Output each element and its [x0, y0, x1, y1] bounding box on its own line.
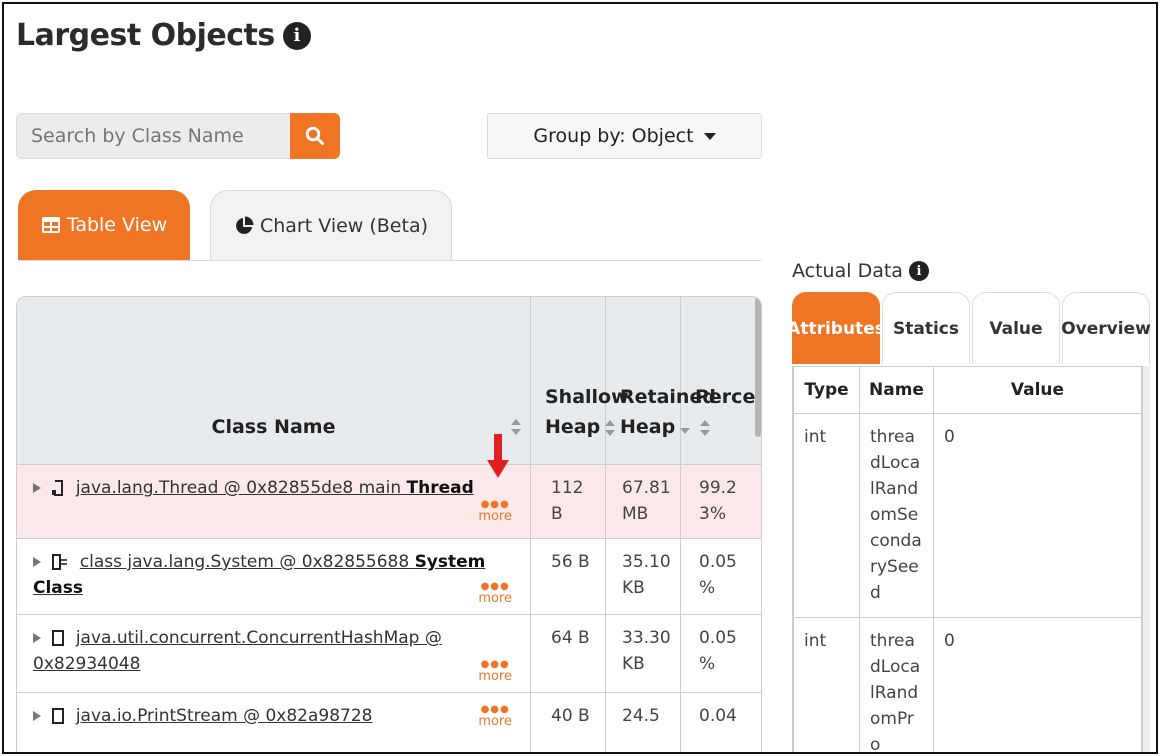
pie-chart-icon: [236, 216, 254, 234]
chevron-down-icon: [703, 132, 716, 140]
attribute-row[interactable]: int threadLocalRandomPro 0: [794, 618, 1150, 752]
tab-attributes[interactable]: Attributes: [787, 292, 885, 364]
tab-chart-view-label: Chart View (Beta): [259, 214, 429, 237]
column-header-value[interactable]: Value: [934, 367, 1142, 413]
expand-icon[interactable]: [33, 711, 41, 721]
shallow-heap-cell: 64 B: [531, 615, 606, 692]
table-row[interactable]: java.io.PrintStream @ 0x82a98728 ●●● more…: [17, 693, 761, 752]
page-title-text: Largest Objects: [16, 18, 275, 53]
class-icon: [52, 554, 68, 570]
search-input[interactable]: [16, 113, 290, 159]
more-label: more: [478, 714, 512, 729]
column-header-percent[interactable]: Percent: [681, 297, 761, 464]
more-button[interactable]: ●●● more: [478, 582, 512, 606]
attribute-name: threadLocalRandomPro: [860, 618, 934, 752]
shallow-heap-cell: 56 B: [531, 539, 606, 614]
class-name-cell: java.util.concurrent.ConcurrentHashMap @…: [17, 615, 531, 692]
retained-heap-cell: 67.81 MB: [606, 465, 681, 538]
attribute-type: int: [794, 414, 860, 617]
thread-icon: [52, 480, 64, 496]
tab-statics[interactable]: Statics: [882, 292, 970, 364]
column-header-retained-heap[interactable]: Retained Heap: [606, 297, 716, 464]
expand-icon[interactable]: [33, 557, 41, 567]
view-tabs: Table View Chart View (Beta): [18, 190, 452, 260]
info-icon[interactable]: i: [282, 21, 311, 50]
retained-heap-cell: 24.5: [606, 693, 681, 752]
table-row[interactable]: class java.lang.System @ 0x82855688 Syst…: [17, 539, 761, 615]
more-button[interactable]: ●●● more: [478, 660, 512, 684]
more-button[interactable]: ●●● more: [478, 705, 512, 729]
shallow-heap-cell: 112 B: [531, 465, 606, 538]
class-name-header-label: Class Name: [211, 416, 336, 438]
percent-cell: 99.23%: [699, 478, 737, 524]
tab-value[interactable]: Value: [972, 292, 1060, 364]
page-title: Largest Objects i: [16, 18, 311, 53]
object-icon: [52, 708, 65, 724]
expand-icon[interactable]: [33, 483, 41, 493]
table-header: Class Name Shallow Heap Retained Heap Pe…: [17, 297, 761, 465]
search-bar: [16, 113, 340, 159]
column-header-shallow-heap[interactable]: Shallow Heap: [531, 297, 629, 464]
class-name-cell: java.io.PrintStream @ 0x82a98728 ●●● more: [17, 693, 531, 752]
class-name-cell: class java.lang.System @ 0x82855688 Syst…: [17, 539, 531, 614]
table-row[interactable]: java.lang.Thread @ 0x82855de8 main Threa…: [17, 465, 761, 539]
sort-icon[interactable]: [510, 418, 522, 436]
percent-header-text: Percent: [695, 386, 761, 408]
group-by-dropdown[interactable]: Group by: Object: [487, 113, 762, 159]
tab-chart-view[interactable]: Chart View (Beta): [210, 190, 452, 260]
tabs-divider: [18, 260, 762, 261]
more-label: more: [478, 669, 512, 684]
object-link[interactable]: java.lang.Thread @ 0x82855de8 main Threa…: [76, 478, 474, 498]
class-name-cell: java.lang.Thread @ 0x82855de8 main Threa…: [17, 465, 531, 538]
attribute-name: threadLocalRandomSecondarySeed: [860, 414, 934, 617]
object-link-text: java.lang.Thread @ 0x82855de8 main: [75, 478, 407, 498]
more-label: more: [478, 591, 512, 606]
object-link-text: java.util.concurrent.ConcurrentHashMap @…: [33, 628, 442, 674]
table-icon: [41, 217, 60, 233]
object-link[interactable]: java.util.concurrent.ConcurrentHashMap @…: [33, 628, 442, 674]
percent-cell: 0.05 %: [699, 628, 737, 674]
object-icon: [52, 630, 65, 646]
attributes-table: Type Name Value int threadLocalRandomSec…: [792, 366, 1150, 752]
percent-cell: 0.04: [699, 706, 737, 726]
actual-data-title-text: Actual Data: [792, 260, 903, 282]
arrow-down-icon: [487, 434, 509, 478]
attribute-type: int: [794, 618, 860, 752]
percent-header-label: Percent: [695, 382, 761, 442]
tab-table-view-label: Table View: [66, 214, 168, 236]
info-icon[interactable]: i: [908, 261, 929, 281]
tab-table-view[interactable]: Table View: [18, 190, 190, 260]
retained-heap-cell: 35.10 KB: [606, 539, 681, 614]
retained-heap-cell: 33.30 KB: [606, 615, 681, 692]
attributes-header: Type Name Value: [794, 366, 1150, 414]
attribute-value: 0: [934, 414, 1142, 617]
actual-data-title: Actual Data i: [792, 260, 929, 282]
table-row[interactable]: java.util.concurrent.ConcurrentHashMap @…: [17, 615, 761, 693]
column-header-type[interactable]: Type: [794, 367, 860, 413]
attribute-value: 0: [934, 618, 1142, 752]
actual-data-tabs: Attributes Statics Value Overview: [787, 292, 1152, 364]
expand-icon[interactable]: [33, 633, 41, 643]
sort-icon: [700, 419, 710, 436]
table-scrollbar[interactable]: [755, 297, 761, 437]
column-header-name[interactable]: Name: [860, 367, 934, 413]
shallow-heap-cell: 40 B: [531, 693, 606, 752]
attribute-row[interactable]: int threadLocalRandomSecondarySeed 0: [794, 414, 1150, 618]
attributes-scrollbar[interactable]: [1142, 366, 1150, 752]
object-link-text: java.io.PrintStream @ 0x82a98728: [75, 706, 373, 726]
object-link-bold: Thread: [406, 478, 474, 498]
objects-table: Class Name Shallow Heap Retained Heap Pe…: [16, 296, 762, 752]
more-label: more: [478, 509, 512, 524]
tab-overview[interactable]: Overview: [1061, 292, 1151, 364]
object-link[interactable]: java.io.PrintStream @ 0x82a98728: [76, 706, 373, 726]
group-by-label: Group by: Object: [533, 125, 694, 147]
app-frame: Largest Objects i Group by: Object Table…: [2, 2, 1158, 754]
object-link[interactable]: class java.lang.System @ 0x82855688 Syst…: [33, 552, 485, 598]
column-header-class-name[interactable]: Class Name: [17, 297, 531, 464]
object-link-text: class java.lang.System @ 0x82855688: [79, 552, 415, 572]
more-button[interactable]: ●●● more: [478, 500, 512, 524]
search-icon: [305, 126, 324, 145]
search-button[interactable]: [290, 113, 340, 159]
percent-cell: 0.05 %: [699, 552, 737, 598]
